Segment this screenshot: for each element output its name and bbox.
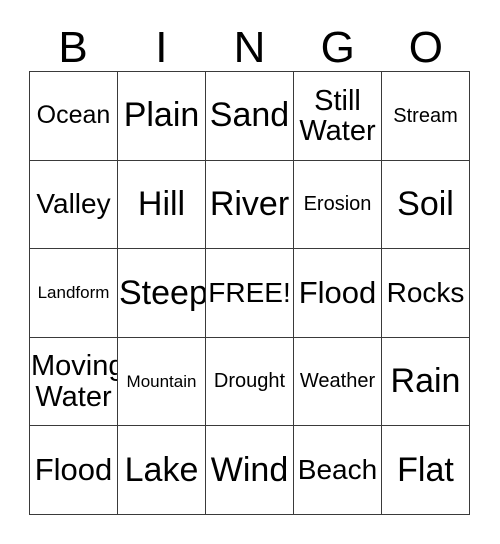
bingo-cell-b3[interactable]: Landform [30,249,118,338]
bingo-cell-b1[interactable]: Ocean [30,72,118,161]
bingo-header-letter-g: G [320,23,355,72]
bingo-cell-i5[interactable]: Lake [118,426,206,515]
bingo-header: B I N G O [29,18,470,71]
bingo-cell-n5[interactable]: Wind [206,426,294,515]
bingo-cell-label: Mountain [126,371,197,391]
bingo-cell-o4[interactable]: Rain [382,337,470,427]
bingo-cell-o3[interactable]: Rocks [382,249,470,338]
bingo-header-letter-o: O [408,23,444,72]
bingo-cell-label: River [209,185,290,224]
bingo-cell-label: Stream [393,104,458,127]
bingo-cell-label: Flood [298,275,377,311]
bingo-card: B I N G O Ocean Plain Sand Still Water S… [0,0,500,544]
bingo-cell-o2[interactable]: Soil [382,160,470,250]
bingo-cell-i2[interactable]: Hill [118,160,206,250]
bingo-cell-label: Flat [397,450,454,489]
bingo-cell-label: Weather [299,370,376,393]
bingo-header-letter-b: B [58,23,88,72]
bingo-cell-label: Wind [210,450,289,489]
bingo-cell-i4[interactable]: Mountain [118,337,206,427]
bingo-cell-b5[interactable]: Flood [30,426,118,515]
bingo-cell-label: Erosion [303,193,372,216]
bingo-cell-label: Rocks [386,276,465,308]
bingo-cell-i3[interactable]: Steep [118,249,206,338]
bingo-cell-n2[interactable]: River [206,160,294,250]
bingo-cell-n1[interactable]: Sand [206,72,294,161]
bingo-grid: Ocean Plain Sand Still Water Stream Vall… [29,71,470,515]
bingo-cell-label: Sand [209,96,290,135]
bingo-cell-b4[interactable]: Moving Water [30,337,118,427]
bingo-cell-label: Valley [36,188,111,220]
bingo-cell-g2[interactable]: Erosion [294,160,382,250]
bingo-cell-label: Lake [124,450,199,489]
bingo-cell-free-space[interactable]: FREE! [206,249,294,338]
bingo-cell-label: Rain [390,362,461,401]
bingo-cell-label: Steep [119,273,206,312]
bingo-cell-i1[interactable]: Plain [118,72,206,161]
bingo-cell-o1[interactable]: Stream [382,72,470,161]
bingo-cell-label: Moving Water [31,350,118,413]
bingo-cell-label: Landform [37,283,110,303]
bingo-cell-g1[interactable]: Still Water [294,72,382,161]
bingo-cell-g3[interactable]: Flood [294,249,382,338]
bingo-cell-b2[interactable]: Valley [30,160,118,250]
bingo-cell-label: Hill [137,185,186,224]
bingo-cell-o5[interactable]: Flat [382,426,470,515]
bingo-cell-g4[interactable]: Weather [294,337,382,427]
bingo-cell-label: Ocean [36,101,111,130]
bingo-cell-label: Flood [34,452,113,488]
bingo-cell-label: Plain [123,96,200,135]
bingo-cell-label: Still Water [299,84,376,147]
bingo-header-letter-n: N [233,23,266,72]
bingo-cell-label: Drought [213,370,286,393]
bingo-header-letter-i: I [155,23,168,72]
bingo-cell-n4[interactable]: Drought [206,337,294,427]
bingo-cell-g5[interactable]: Beach [294,426,382,515]
bingo-cell-label: FREE! [208,276,291,308]
bingo-cell-label: Soil [397,185,454,224]
bingo-cell-label: Beach [297,453,378,485]
